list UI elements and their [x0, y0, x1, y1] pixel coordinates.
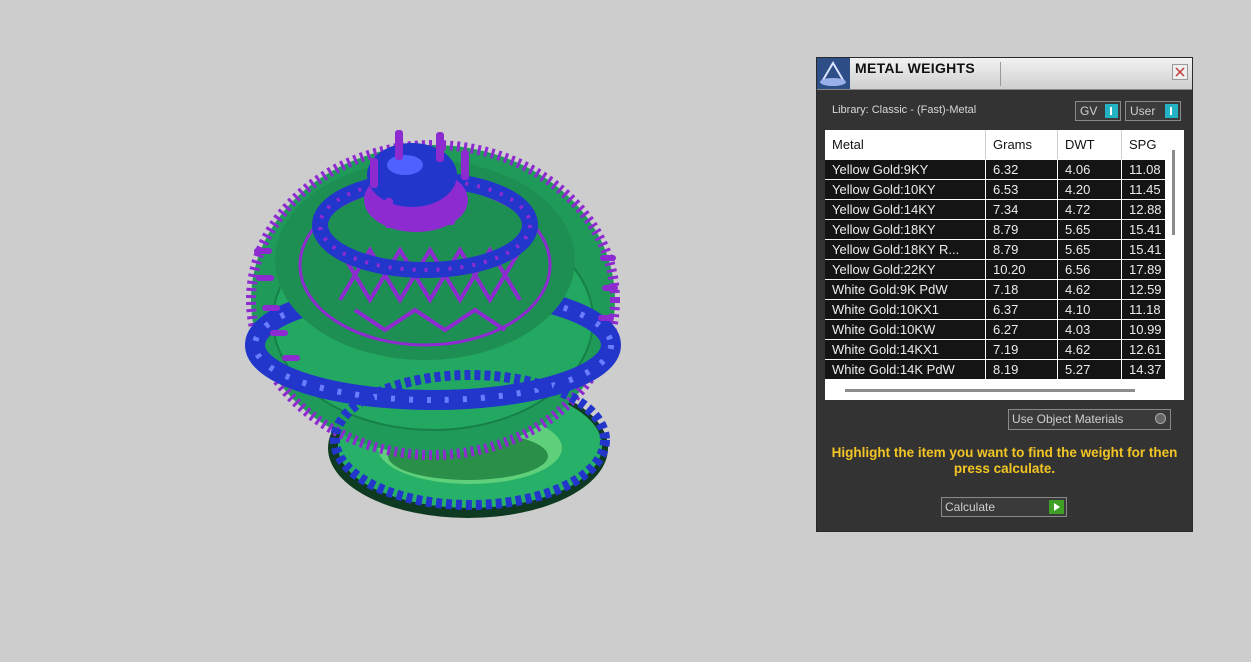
radio-icon[interactable]: [1155, 413, 1166, 424]
horizontal-scrollbar[interactable]: [845, 389, 1135, 392]
ring-model: [245, 130, 621, 518]
grams-cell: 8.79: [986, 220, 1058, 239]
library-label: Library: Classic - (Fast)-Metal: [832, 104, 977, 116]
metal-weights-panel: METAL WEIGHTS Library: Classic - (Fast)-…: [817, 58, 1192, 531]
title-separator: [1000, 62, 1001, 86]
grams-cell: 7.18: [986, 280, 1058, 299]
grams-cell: 8.19: [986, 360, 1058, 379]
dwt-cell: 4.03: [1058, 320, 1122, 339]
use-object-materials-label: Use Object Materials: [1012, 412, 1124, 426]
instruction-text: Highlight the item you want to find the …: [831, 445, 1178, 476]
dwt-cell: 5.27: [1058, 360, 1122, 379]
grams-cell: 6.27: [986, 320, 1058, 339]
dwt-cell: 4.10: [1058, 300, 1122, 319]
table-row[interactable]: Yellow Gold:10KY 6.53 4.20 11.45: [825, 180, 1165, 200]
metal-cell: Yellow Gold:14KY: [825, 200, 986, 219]
center-stone-highlight: [387, 155, 423, 175]
table-row[interactable]: White Gold:14KX1 7.19 4.62 12.61: [825, 340, 1165, 360]
table-row[interactable]: White Gold:10KX1 6.37 4.10 11.18: [825, 300, 1165, 320]
metal-cell: White Gold:14K PdW: [825, 360, 986, 379]
grams-cell: 6.32: [986, 160, 1058, 179]
spg-cell: 12.88: [1129, 202, 1162, 217]
metal-cell: Yellow Gold:18KY: [825, 220, 986, 239]
scale-icon: [817, 58, 850, 89]
spg-cell: 14.37: [1129, 362, 1162, 377]
calculate-button[interactable]: Calculate: [941, 497, 1067, 517]
window-title: METAL WEIGHTS: [855, 60, 976, 76]
use-object-materials-option[interactable]: Use Object Materials: [1008, 409, 1171, 430]
spg-cell: 10.99: [1129, 322, 1162, 337]
user-label: User: [1130, 104, 1156, 118]
table-row[interactable]: White Gold:10KW 6.27 4.03 10.99: [825, 320, 1165, 340]
metal-cell: Yellow Gold:9KY: [825, 160, 986, 179]
grams-cell: 8.79: [986, 240, 1058, 259]
dwt-cell: 4.62: [1058, 280, 1122, 299]
metal-cell: Yellow Gold:18KY R...: [825, 240, 986, 259]
dwt-cell: 6.56: [1058, 260, 1122, 279]
dwt-cell: 4.72: [1058, 200, 1122, 219]
metal-cell: Yellow Gold:10KY: [825, 180, 986, 199]
toggle-icon: [1105, 104, 1118, 118]
spg-cell: 15.41: [1129, 222, 1162, 237]
table-body: Yellow Gold:9KY 6.32 4.06 11.08 Yellow Gold:…: [825, 160, 1165, 380]
column-header-grams[interactable]: Grams: [986, 130, 1058, 159]
metal-cell: White Gold:9K PdW: [825, 280, 986, 299]
dwt-cell: 5.65: [1058, 240, 1122, 259]
spg-cell: 12.59: [1129, 282, 1162, 297]
spg-cell: 15.41: [1129, 242, 1162, 257]
close-icon[interactable]: [1172, 64, 1188, 80]
table-row[interactable]: Yellow Gold:18KY 8.79 5.65 15.41: [825, 220, 1165, 240]
grams-cell: 7.34: [986, 200, 1058, 219]
play-icon: [1049, 500, 1064, 514]
metal-cell: White Gold:10KX1: [825, 300, 986, 319]
spg-cell: 11.45: [1129, 182, 1161, 197]
gv-toggle-button[interactable]: GV: [1075, 101, 1121, 121]
calculate-label: Calculate: [945, 500, 996, 514]
metal-cell: White Gold:14KX1: [825, 340, 986, 359]
dwt-cell: 4.20: [1058, 180, 1122, 199]
3d-viewport[interactable]: [0, 0, 800, 662]
spg-cell: 17.89: [1129, 262, 1162, 277]
column-header-spg[interactable]: SPG: [1122, 130, 1165, 159]
table-row[interactable]: Yellow Gold:14KY 7.34 4.72 12.88: [825, 200, 1165, 220]
metal-table[interactable]: Metal Grams DWT SPG Yellow Gold:9KY 6.32 4…: [825, 130, 1184, 400]
grams-cell: 7.19: [986, 340, 1058, 359]
spg-cell: 12.61: [1129, 342, 1162, 357]
gv-label: GV: [1080, 104, 1098, 118]
table-row[interactable]: Yellow Gold:22KY 10.20 6.56 17.89: [825, 260, 1165, 280]
metal-cell: Yellow Gold:22KY: [825, 260, 986, 279]
table-header: Metal Grams DWT SPG: [825, 130, 1165, 159]
metal-cell: White Gold:10KW: [825, 320, 986, 339]
column-header-metal[interactable]: Metal: [825, 130, 986, 159]
column-header-dwt[interactable]: DWT: [1058, 130, 1122, 159]
toggle-icon: [1165, 104, 1178, 118]
dwt-cell: 4.06: [1058, 160, 1122, 179]
spg-cell: 11.08: [1129, 162, 1161, 177]
table-row[interactable]: Yellow Gold:9KY 6.32 4.06 11.08: [825, 160, 1165, 180]
vertical-scrollbar[interactable]: [1172, 150, 1175, 235]
table-row[interactable]: White Gold:14K PdW 8.19 5.27 14.37: [825, 360, 1165, 380]
title-bar[interactable]: METAL WEIGHTS: [817, 58, 1192, 90]
table-row[interactable]: Yellow Gold:18KY R... 8.79 5.65 15.41: [825, 240, 1165, 260]
grams-cell: 6.37: [986, 300, 1058, 319]
grams-cell: 6.53: [986, 180, 1058, 199]
dwt-cell: 5.65: [1058, 220, 1122, 239]
user-toggle-button[interactable]: User: [1125, 101, 1181, 121]
grams-cell: 10.20: [986, 260, 1058, 279]
dwt-cell: 4.62: [1058, 340, 1122, 359]
spg-cell: 11.18: [1129, 302, 1161, 317]
table-row[interactable]: White Gold:9K PdW 7.18 4.62 12.59: [825, 280, 1165, 300]
